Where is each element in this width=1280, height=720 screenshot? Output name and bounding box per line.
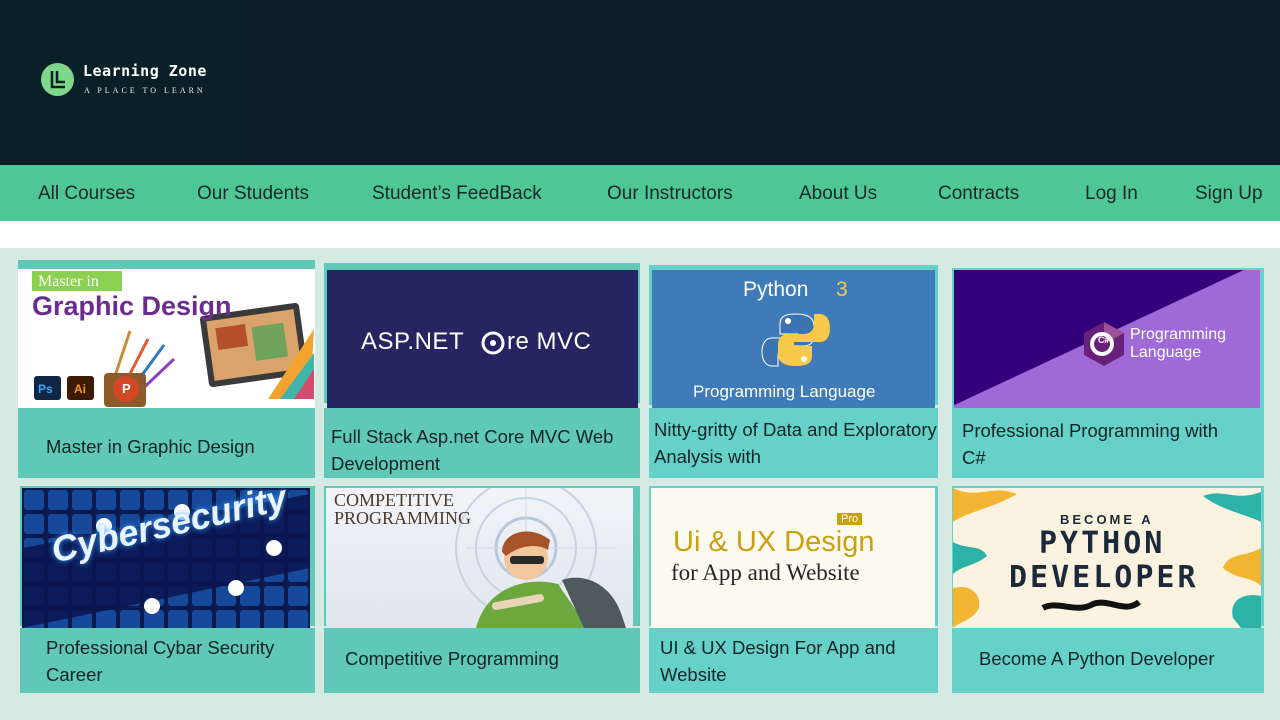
course-card-cybersecurity[interactable]: Cybersecurity Professional Cybar Securit… bbox=[20, 486, 315, 693]
nav-about-us[interactable]: About Us bbox=[799, 183, 877, 205]
course-thumbnail: Python 3 Programming Language bbox=[652, 270, 935, 408]
learning-zone-logo-icon bbox=[41, 63, 74, 96]
thumbnail-banner: Master in bbox=[38, 273, 99, 290]
course-card-competitive-programming[interactable]: COMPETITIVE PROGRAMMING Competitive Prog… bbox=[324, 486, 640, 693]
pro-badge: Pro bbox=[837, 513, 863, 525]
course-thumbnail: COMPETITIVE PROGRAMMING bbox=[326, 488, 633, 628]
course-card-python-data[interactable]: Python 3 Programming Language Nitty-grit… bbox=[649, 265, 938, 478]
course-thumbnail: Cybersecurity bbox=[22, 488, 310, 628]
course-card-ui-ux-design[interactable]: Pro Ui & UX Design for App and Website U… bbox=[649, 486, 938, 693]
thumbnail-line2: PYTHON bbox=[1039, 526, 1166, 561]
course-thumbnail: ASP.NET re MVC bbox=[327, 270, 638, 408]
thumbnail-line2: PROGRAMMING bbox=[334, 508, 472, 528]
course-thumbnail: BECOME A PYTHON DEVELOPER bbox=[953, 488, 1261, 628]
course-title: UI & UX Design For App and Website bbox=[649, 628, 938, 693]
csharp-badge: C# bbox=[1098, 335, 1110, 345]
nav-all-courses[interactable]: All Courses bbox=[38, 183, 135, 205]
brand-name: Learning Zone bbox=[83, 62, 207, 80]
course-title: Become A Python Developer bbox=[952, 628, 1264, 693]
photoshop-icon: Ps bbox=[38, 382, 53, 396]
course-title: Nitty-gritty of Data and Exploratory Ana… bbox=[649, 408, 938, 478]
course-thumbnail: Pro Ui & UX Design for App and Website bbox=[651, 488, 935, 628]
divider-strip bbox=[0, 221, 1280, 248]
thumbnail-line3: DEVELOPER bbox=[1009, 560, 1199, 595]
course-title: Professional Cybar Security Career bbox=[20, 628, 315, 693]
thumbnail-line1: BECOME A bbox=[1060, 512, 1154, 527]
thumbnail-text-core-mvc: re MVC bbox=[507, 328, 592, 355]
illustrator-icon: Ai bbox=[74, 382, 86, 396]
course-thumbnail: C# Programming Language bbox=[954, 270, 1260, 408]
dotnet-ring-icon bbox=[481, 331, 505, 355]
site-header: Learning Zone A PLACE TO LEARN bbox=[0, 0, 1280, 165]
nav-log-in[interactable]: Log In bbox=[1085, 183, 1138, 205]
course-title: Competitive Programming bbox=[324, 628, 640, 693]
course-card-python-developer[interactable]: BECOME A PYTHON DEVELOPER Become A Pytho… bbox=[952, 486, 1264, 693]
nav-contracts[interactable]: Contracts bbox=[938, 183, 1019, 205]
thumbnail-line2: Language bbox=[1130, 344, 1202, 361]
course-card-graphic-design[interactable]: Master in Graphic Design Ps Ai P Master … bbox=[18, 260, 315, 478]
course-title: Professional Programming with C# bbox=[952, 408, 1264, 478]
main-nav: All Courses Our Students Student’s FeedB… bbox=[0, 165, 1280, 221]
nav-student-feedback[interactable]: Student’s FeedBack bbox=[372, 183, 542, 205]
thumbnail-version: 3 bbox=[836, 278, 848, 301]
nav-our-instructors[interactable]: Our Instructors bbox=[607, 183, 733, 205]
powerpoint-icon: P bbox=[122, 381, 131, 396]
thumbnail-subtitle: for App and Website bbox=[671, 560, 860, 585]
thumbnail-heading: Graphic Design bbox=[32, 291, 232, 321]
brand-tagline: A PLACE TO LEARN bbox=[84, 86, 206, 95]
python-logo-icon bbox=[761, 313, 830, 367]
course-thumbnail: Master in Graphic Design Ps Ai P bbox=[18, 269, 315, 408]
thumbnail-line1: Programming bbox=[1130, 326, 1227, 343]
course-title: Full Stack Asp.net Core MVC Web Developm… bbox=[324, 408, 640, 478]
course-title: Master in Graphic Design bbox=[18, 408, 315, 478]
course-card-csharp[interactable]: C# Programming Language Professional Pro… bbox=[952, 268, 1264, 478]
thumbnail-heading: Python bbox=[743, 278, 809, 301]
nav-sign-up[interactable]: Sign Up bbox=[1195, 183, 1263, 205]
thumbnail-text-aspnet: ASP.NET bbox=[361, 328, 465, 355]
course-card-aspnet-core[interactable]: ASP.NET re MVC Full Stack Asp.net Core M… bbox=[324, 263, 640, 478]
logo-area[interactable]: Learning Zone A PLACE TO LEARN bbox=[0, 0, 247, 165]
nav-our-students[interactable]: Our Students bbox=[197, 183, 309, 205]
thumbnail-heading: Ui & UX Design bbox=[673, 526, 875, 558]
thumbnail-subtitle: Programming Language bbox=[693, 382, 876, 401]
